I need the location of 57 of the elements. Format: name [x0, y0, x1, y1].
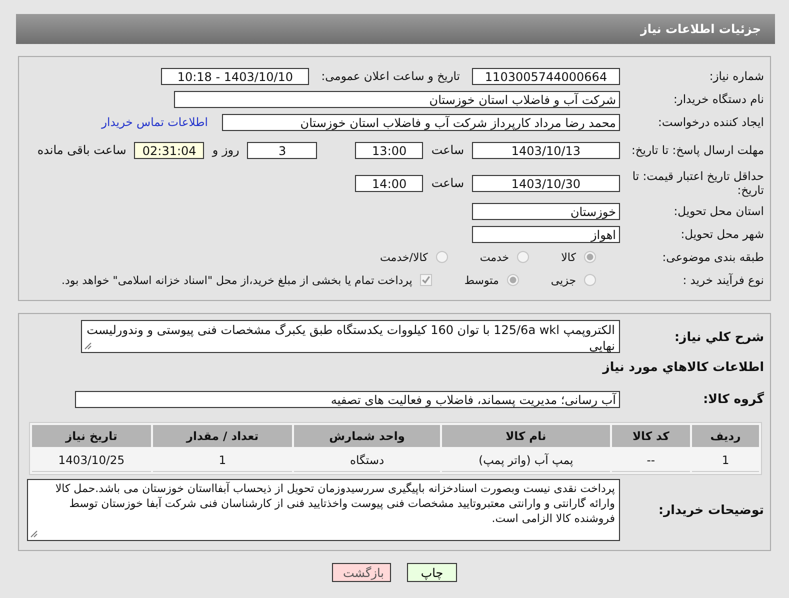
resize-grip-icon[interactable] — [30, 530, 38, 538]
radio-label: خدمت — [480, 250, 510, 264]
buyer-notes-textarea[interactable]: پرداخت نقدی نیست وبصورت اسنادخزانه باپیگیری سررسیدوزمان تحویل از ذیحساب آبفااستان خوزستان می باشد.حمل کالا وارائه گارانتی و وارانتی معتبروتایید مشخصات فنی پیوست واخذتایید فنی از کارشناسان فنی شرکت آبفا خوزستان توسط فروشنده کالا الزامی است. — [27, 479, 620, 541]
announce-date-field: 1403/10/10 - 10:18 — [161, 68, 310, 84]
days-label: روز و — [212, 143, 240, 157]
radio-label: کالا — [561, 250, 576, 264]
radio-label: کالا/خدمت — [380, 250, 428, 264]
field-label: گروه کالا: — [702, 391, 765, 407]
buyer-org-field: شرکت آب و فاضلاب استان خوزستان — [174, 90, 620, 108]
deadline-time-field: 13:00 — [355, 142, 424, 158]
description-textarea[interactable]: الکتروپمپ 125/6a wkl با توان 160 کیلووات یکدستگاه طبق یکبرگ مشخصات فنی پیوستی و وندورلیست نهایی — [81, 320, 620, 353]
column-header: کد کالا — [612, 425, 690, 447]
field-label: شرح کلي نياز: — [674, 328, 765, 344]
radio-label: متوسط — [464, 274, 499, 286]
radio-button[interactable] — [436, 251, 448, 263]
goods-group-field: آب رسانی؛ مدیریت پسماند، فاضلاب و فعالیت های تصفیه — [75, 390, 620, 408]
time-label: ساعت — [431, 176, 464, 190]
checkbox-label: پرداخت تمام یا بخشی از مبلغ خرید،از محل "اسناد خزانه اسلامی" خواهد بود. — [62, 274, 412, 286]
remaining-label: ساعت باقی مانده — [37, 143, 126, 157]
column-header: ردیف — [692, 425, 759, 447]
field-label: طبقه بندی موضوعی: — [661, 250, 765, 264]
field-label: توضیحات خریدار: — [657, 502, 765, 518]
field-label: تاریخ و ساعت اعلان عمومی: — [321, 69, 460, 83]
radio-button[interactable] — [584, 274, 596, 286]
page-title: جزئیات اطلاعات نیاز — [640, 22, 761, 36]
column-header: تاریخ نیاز — [32, 425, 151, 447]
radio-button[interactable] — [506, 274, 519, 286]
field-label: مهلت ارسال پاسخ: تا تاریخ: — [630, 142, 765, 158]
remaining-time-field: 02:31:04 — [134, 142, 204, 158]
back-button[interactable]: بازگشت — [332, 563, 391, 582]
city-field: اهواز — [472, 226, 620, 242]
column-header: واحد شمارش — [294, 425, 440, 447]
checkbox[interactable] — [420, 274, 432, 286]
print-button[interactable]: چاپ — [407, 563, 457, 582]
field-label: شماره نیاز: — [708, 68, 765, 84]
requester-field: محمد رضا مرداد کارپرداز شرکت آب و فاضلاب استان خوزستان — [222, 114, 620, 130]
time-label: ساعت — [431, 143, 464, 157]
deadline-date-field: 1403/10/13 — [472, 142, 620, 158]
radio-label: جزیی — [550, 274, 576, 286]
field-label: حداقل تاریخ اعتبار قیمت: تا تاریخ: — [631, 168, 765, 198]
need-number-field: 1103005744000664 — [472, 68, 620, 84]
radio-button[interactable] — [584, 251, 596, 263]
days-field: 3 — [247, 142, 318, 158]
field-label: استان محل تحویل: — [672, 204, 765, 218]
field-label: ایجاد کننده درخواست: — [657, 114, 765, 130]
field-label: نوع فرآیند خرید : — [682, 272, 765, 288]
radio-button[interactable] — [517, 251, 530, 263]
field-label: نام دستگاه خریدار: — [672, 92, 765, 106]
section-heading: اطلاعات کالاهاي مورد نياز — [601, 359, 765, 374]
province-field: خوزستان — [472, 202, 620, 220]
column-header: تعداد / مقدار — [152, 425, 292, 447]
resize-grip-icon[interactable] — [84, 342, 92, 350]
validity-date-field: 1403/10/30 — [472, 174, 620, 192]
validity-time-field: 14:00 — [355, 174, 424, 192]
column-header: نام کالا — [442, 425, 610, 447]
contact-link[interactable]: اطلاعات تماس خریدار — [101, 115, 208, 129]
field-label: شهر محل تحویل: — [680, 226, 765, 242]
